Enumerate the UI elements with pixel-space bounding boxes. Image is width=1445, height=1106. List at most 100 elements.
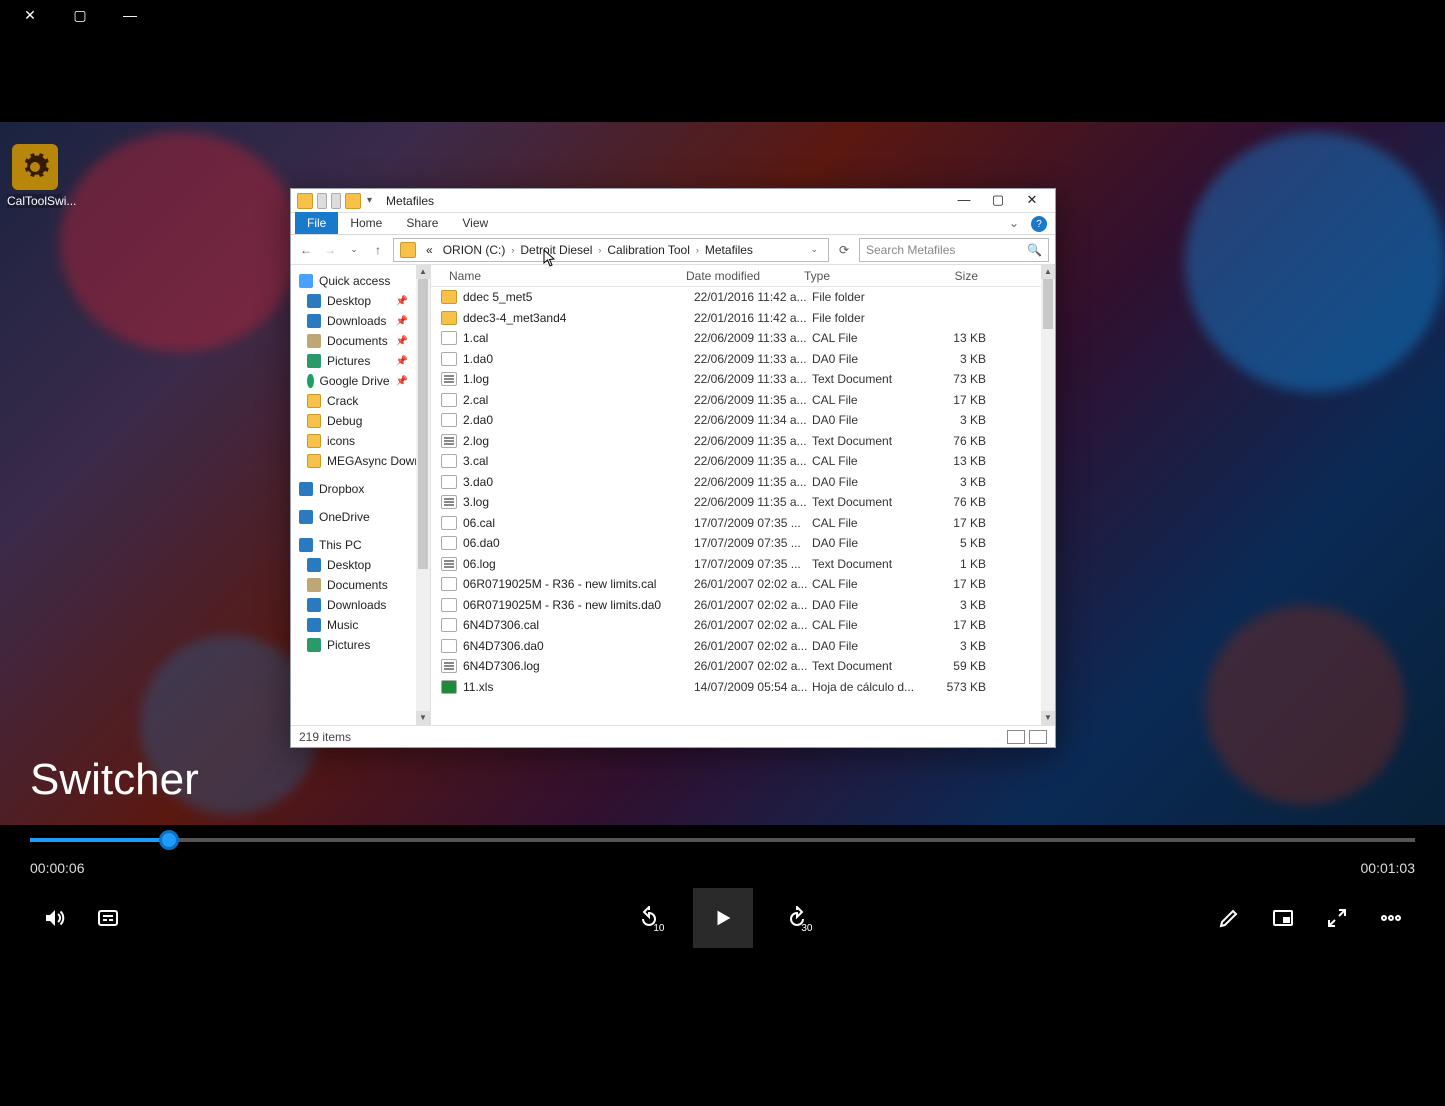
file-row[interactable]: 1.cal 22/06/2009 11:33 a... CAL File 13 … bbox=[431, 328, 1055, 349]
file-date: 14/07/2009 05:54 a... bbox=[694, 680, 812, 694]
refresh-button[interactable]: ⟳ bbox=[835, 241, 853, 259]
explorer-titlebar[interactable]: ▾ Metafiles — ▢ ✕ bbox=[291, 189, 1055, 213]
nav-item[interactable]: Desktop bbox=[293, 555, 428, 575]
nav-scrollbar[interactable]: ▲ ▼ bbox=[416, 265, 430, 725]
file-row[interactable]: 6N4D7306.cal 26/01/2007 02:02 a... CAL F… bbox=[431, 615, 1055, 636]
scroll-thumb[interactable] bbox=[418, 279, 428, 569]
file-row[interactable]: 6N4D7306.da0 26/01/2007 02:02 a... DA0 F… bbox=[431, 636, 1055, 657]
file-row[interactable]: ddec3-4_met3and4 22/01/2016 11:42 a... F… bbox=[431, 308, 1055, 329]
nav-quick-access[interactable]: Quick access bbox=[293, 271, 428, 291]
file-row[interactable]: 1.log 22/06/2009 11:33 a... Text Documen… bbox=[431, 369, 1055, 390]
volume-button[interactable] bbox=[40, 904, 68, 932]
close-button[interactable]: ✕ bbox=[1015, 191, 1049, 211]
qat-dropdown[interactable]: ▾ bbox=[365, 195, 374, 206]
file-type-icon bbox=[441, 516, 457, 530]
breadcrumb-prefix[interactable]: « bbox=[422, 243, 437, 257]
search-input[interactable]: Search Metafiles 🔍 bbox=[859, 238, 1049, 262]
file-type-icon bbox=[441, 331, 457, 345]
app-maximize-button[interactable]: ▢ bbox=[70, 7, 90, 24]
file-row[interactable]: 11.xls 14/07/2009 05:54 a... Hoja de cál… bbox=[431, 677, 1055, 698]
scroll-down-icon[interactable]: ▼ bbox=[1041, 711, 1055, 725]
file-row[interactable]: 3.log 22/06/2009 11:35 a... Text Documen… bbox=[431, 492, 1055, 513]
app-close-button[interactable]: ✕ bbox=[20, 7, 40, 24]
file-row[interactable]: 6N4D7306.log 26/01/2007 02:02 a... Text … bbox=[431, 656, 1055, 677]
tab-view[interactable]: View bbox=[450, 212, 500, 234]
file-size: 17 KB bbox=[927, 393, 992, 407]
subtitles-button[interactable] bbox=[94, 904, 122, 932]
nav-item[interactable]: Documents📌 bbox=[293, 331, 428, 351]
tab-home[interactable]: Home bbox=[338, 212, 394, 234]
ribbon-expand-icon[interactable]: ⌄ bbox=[1001, 212, 1027, 234]
nav-dropbox[interactable]: Dropbox bbox=[293, 479, 428, 499]
qat-item[interactable] bbox=[317, 193, 327, 209]
scroll-up-icon[interactable]: ▲ bbox=[1041, 265, 1055, 279]
file-row[interactable]: 3.da0 22/06/2009 11:35 a... DA0 File 3 K… bbox=[431, 472, 1055, 493]
skip-forward-button[interactable]: 30 bbox=[783, 904, 811, 932]
col-size[interactable]: Size bbox=[919, 269, 984, 283]
maximize-button[interactable]: ▢ bbox=[981, 191, 1015, 211]
edit-button[interactable] bbox=[1215, 904, 1243, 932]
nav-label: Desktop bbox=[327, 558, 371, 572]
nav-item[interactable]: Music bbox=[293, 615, 428, 635]
nav-forward-button[interactable]: → bbox=[321, 241, 339, 259]
desktop-shortcut[interactable]: CalToolSwi... bbox=[7, 144, 62, 208]
more-button[interactable] bbox=[1377, 904, 1405, 932]
nav-up-button[interactable]: ↑ bbox=[369, 241, 387, 259]
file-row[interactable]: 2.log 22/06/2009 11:35 a... Text Documen… bbox=[431, 431, 1055, 452]
nav-item[interactable]: Documents bbox=[293, 575, 428, 595]
file-row[interactable]: 06.log 17/07/2009 07:35 ... Text Documen… bbox=[431, 554, 1055, 575]
mini-view-button[interactable] bbox=[1269, 904, 1297, 932]
breadcrumb-seg[interactable]: ORION (C:) bbox=[439, 243, 510, 257]
nav-onedrive[interactable]: OneDrive bbox=[293, 507, 428, 527]
file-row[interactable]: 06.da0 17/07/2009 07:35 ... DA0 File 5 K… bbox=[431, 533, 1055, 554]
fullscreen-button[interactable] bbox=[1323, 904, 1351, 932]
tab-file[interactable]: File bbox=[295, 212, 338, 234]
qat-item[interactable] bbox=[331, 193, 341, 209]
nav-item[interactable]: Pictures📌 bbox=[293, 351, 428, 371]
nav-item[interactable]: Pictures bbox=[293, 635, 428, 655]
nav-item[interactable]: Downloads bbox=[293, 595, 428, 615]
scroll-up-icon[interactable]: ▲ bbox=[416, 265, 430, 279]
file-row[interactable]: 3.cal 22/06/2009 11:35 a... CAL File 13 … bbox=[431, 451, 1055, 472]
nav-item[interactable]: Crack bbox=[293, 391, 428, 411]
file-row[interactable]: 2.cal 22/06/2009 11:35 a... CAL File 17 … bbox=[431, 390, 1055, 411]
nav-this-pc[interactable]: This PC bbox=[293, 535, 428, 555]
minimize-button[interactable]: — bbox=[947, 191, 981, 211]
file-type: CAL File bbox=[812, 516, 927, 530]
nav-item[interactable]: Downloads📌 bbox=[293, 311, 428, 331]
nav-item[interactable]: Desktop📌 bbox=[293, 291, 428, 311]
nav-item[interactable]: Google Drive📌 bbox=[293, 371, 428, 391]
file-row[interactable]: 06R0719025M - R36 - new limits.cal 26/01… bbox=[431, 574, 1055, 595]
seek-bar[interactable] bbox=[30, 826, 1415, 854]
nav-item[interactable]: Debug bbox=[293, 411, 428, 431]
app-minimize-button[interactable]: — bbox=[120, 7, 140, 23]
breadcrumb-seg[interactable]: Calibration Tool bbox=[603, 243, 694, 257]
view-icons-button[interactable] bbox=[1029, 730, 1047, 744]
file-row[interactable]: 2.da0 22/06/2009 11:34 a... DA0 File 3 K… bbox=[431, 410, 1055, 431]
scroll-down-icon[interactable]: ▼ bbox=[416, 711, 430, 725]
seek-thumb[interactable] bbox=[159, 830, 179, 850]
breadcrumb[interactable]: « ORION (C:) › Detroit Diesel › Calibrat… bbox=[393, 238, 829, 262]
tab-share[interactable]: Share bbox=[394, 212, 450, 234]
file-scrollbar[interactable]: ▲ ▼ bbox=[1041, 265, 1055, 725]
nav-item[interactable]: MEGAsync Down bbox=[293, 451, 428, 471]
nav-back-button[interactable]: ← bbox=[297, 241, 315, 259]
file-date: 22/01/2016 11:42 a... bbox=[694, 311, 812, 325]
col-name[interactable]: Name bbox=[431, 269, 686, 283]
file-row[interactable]: 1.da0 22/06/2009 11:33 a... DA0 File 3 K… bbox=[431, 349, 1055, 370]
file-row[interactable]: ddec 5_met5 22/01/2016 11:42 a... File f… bbox=[431, 287, 1055, 308]
view-details-button[interactable] bbox=[1007, 730, 1025, 744]
file-row[interactable]: 06.cal 17/07/2009 07:35 ... CAL File 17 … bbox=[431, 513, 1055, 534]
skip-back-button[interactable]: 10 bbox=[635, 904, 663, 932]
help-button[interactable]: ? bbox=[1031, 216, 1047, 232]
col-date[interactable]: Date modified bbox=[686, 269, 804, 283]
navigation-pane: Quick access Desktop📌Downloads📌Documents… bbox=[291, 265, 431, 725]
play-button[interactable] bbox=[693, 888, 753, 948]
file-row[interactable]: 06R0719025M - R36 - new limits.da0 26/01… bbox=[431, 595, 1055, 616]
nav-recent-button[interactable]: ⌄ bbox=[345, 241, 363, 259]
nav-item[interactable]: icons bbox=[293, 431, 428, 451]
breadcrumb-dropdown[interactable]: ⌄ bbox=[806, 244, 822, 255]
breadcrumb-seg[interactable]: Metafiles bbox=[701, 243, 757, 257]
col-type[interactable]: Type bbox=[804, 269, 919, 283]
scroll-thumb[interactable] bbox=[1043, 279, 1053, 329]
